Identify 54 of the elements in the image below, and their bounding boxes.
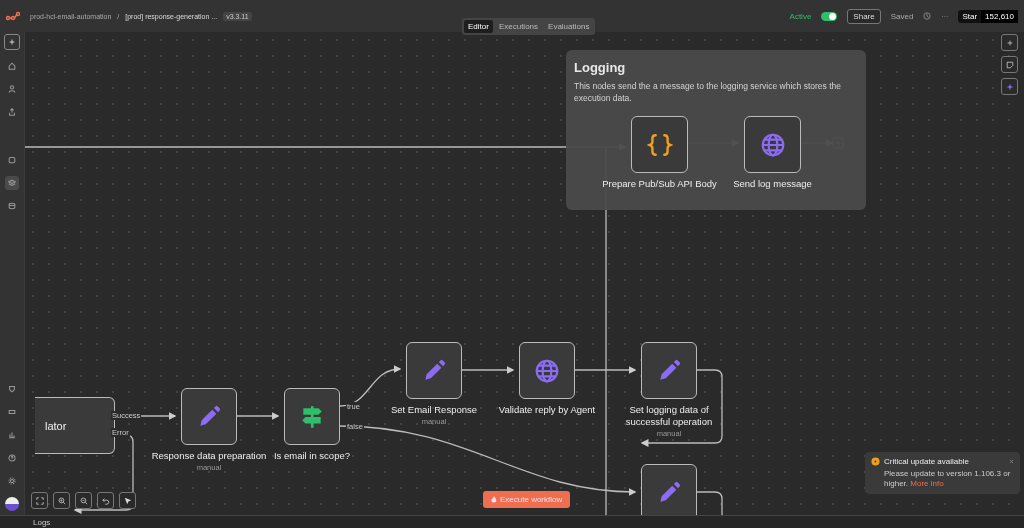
plus-icon (1005, 38, 1014, 47)
github-star-button[interactable]: Star 152,610 (958, 9, 1018, 23)
view-tab[interactable]: Executions (494, 20, 543, 33)
node-label: Validate reply by Agent (497, 404, 597, 416)
node-label: Set logging data of successful operation (624, 404, 714, 428)
undo-icon[interactable] (97, 492, 114, 509)
node-card[interactable] (641, 342, 697, 399)
zoom-in-icon[interactable] (53, 492, 70, 509)
cursor-icon[interactable] (119, 492, 136, 509)
sticky-note-icon[interactable] (1001, 56, 1018, 73)
globe-icon (534, 357, 560, 384)
node-card[interactable] (519, 342, 575, 399)
toast-title: Critical update available (884, 457, 969, 466)
node-label: Prepare Pub/Sub API Body (601, 178, 718, 190)
node-card[interactable] (284, 388, 340, 445)
node-card[interactable] (181, 388, 237, 445)
logo-icon[interactable] (6, 11, 20, 21)
connection-line (696, 491, 723, 515)
layers-icon[interactable] (5, 176, 19, 190)
flame-icon (491, 496, 497, 503)
globe-icon (759, 131, 786, 158)
sticky-title: Logging (574, 60, 626, 75)
node-card[interactable] (641, 464, 697, 515)
toast-message: Please update to version 1.106.3 or higher. More info (884, 469, 1012, 489)
node-card[interactable] (406, 342, 462, 399)
connection-line (339, 365, 402, 407)
plus-icon (8, 38, 16, 46)
share-button[interactable]: Share (847, 8, 881, 24)
fit-view-icon[interactable] (31, 492, 48, 509)
view-tab[interactable]: Editor (464, 20, 493, 33)
active-label: Active (789, 11, 812, 21)
node-label: Response data preparation (150, 450, 268, 462)
close-icon[interactable] (1009, 459, 1014, 464)
node-title: lator (45, 419, 67, 432)
node-card[interactable] (631, 116, 688, 173)
connection-line (236, 412, 280, 420)
logs-tab[interactable]: Logs (33, 517, 51, 527)
sparkle-icon[interactable] (1001, 78, 1018, 95)
node-label: Set Email Response (389, 404, 479, 416)
active-toggle[interactable] (821, 11, 838, 21)
user-avatar[interactable] (5, 497, 19, 511)
warning-icon (871, 457, 880, 466)
save-status: Saved (890, 11, 914, 21)
braces-icon (646, 131, 673, 158)
zoom-out-icon[interactable] (75, 492, 92, 509)
node-card[interactable] (744, 116, 801, 173)
add-node-button[interactable] (1001, 34, 1018, 51)
view-tab[interactable]: Evaluations (544, 20, 594, 33)
sticky-text: This nodes send the a message to the logging service which stores the execution data. (574, 80, 842, 104)
more-info-link[interactable]: More info (910, 479, 944, 488)
connection-line (461, 366, 515, 374)
history-icon[interactable] (923, 12, 932, 20)
add-button[interactable] (4, 34, 20, 50)
help-icon[interactable] (5, 451, 19, 465)
